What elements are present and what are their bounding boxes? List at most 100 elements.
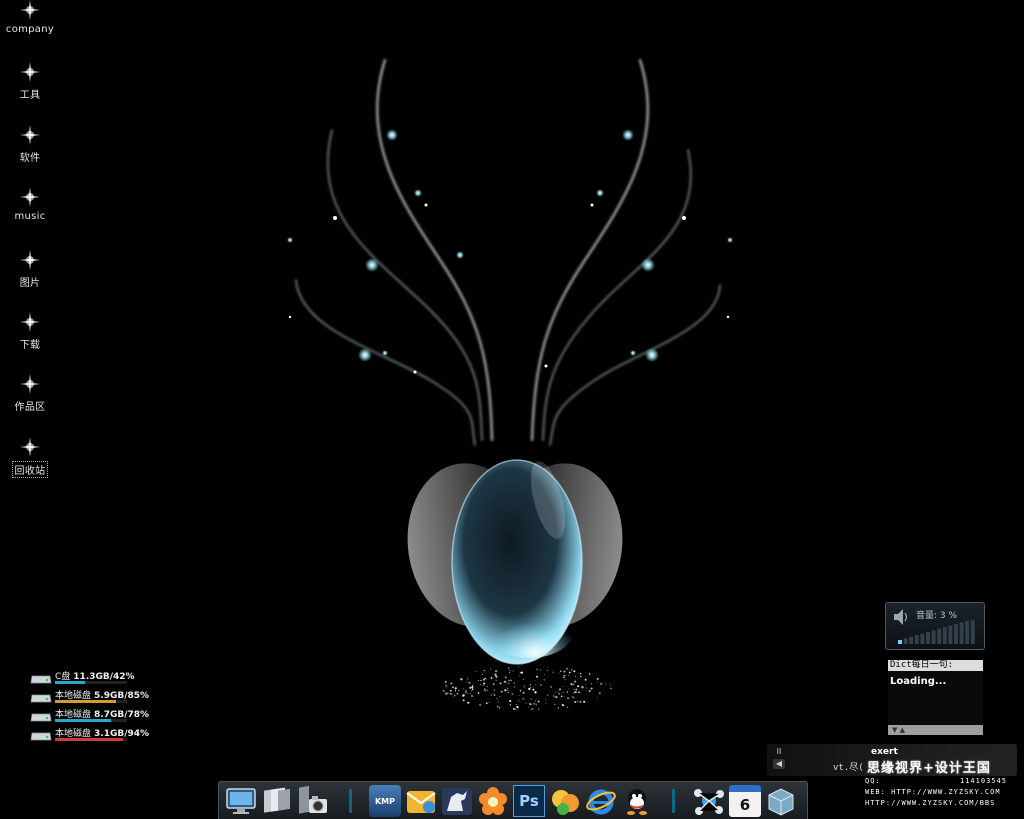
sparkle-dot [552,695,555,697]
watermark-title: 思缘视界+设计王国 [867,761,991,776]
desktop-icon-3[interactable]: music [0,186,60,222]
sparkle-dot [572,683,575,686]
sparkle-dot [538,708,540,710]
drive-row[interactable]: 本地磁盘 8.7GB/78% [30,707,160,726]
sparkle-dot [532,688,535,691]
system-icon[interactable] [765,785,797,817]
sparkle-dot [452,696,454,698]
sparkle-dot [529,703,532,706]
sparkle-dot [471,688,474,690]
volume-bar [937,628,942,644]
sparkle-dot [565,667,569,670]
desktop-icon-6[interactable]: 作品区 [0,373,60,413]
dock-taskbar: KMP Ps 6 [218,781,808,819]
watermark-qq-number: 114103545 [960,777,1007,785]
desktop-icon-2[interactable]: 软件 [0,124,60,164]
sparkle-dot [518,695,520,696]
desktop-icon-label: 图片 [19,277,41,289]
sparkle-dot [506,689,508,691]
folders-icon[interactable] [261,785,293,817]
sparkle-dot [488,701,490,703]
sparkle-dot [522,685,524,687]
calendar-icon[interactable]: 6 [729,785,761,817]
sparkle-dot [522,678,524,680]
desktop-icon-label: 作品区 [14,402,46,414]
sparkle-dot [539,669,541,671]
network-icon[interactable] [693,785,725,817]
sparkle-dot [573,692,575,694]
ie-icon[interactable] [585,785,617,817]
camera-icon[interactable] [297,785,329,817]
sparkle-dot [563,676,565,679]
sparkle-dot [573,688,575,691]
sparkle-dot [575,687,578,690]
sparkle-dot [464,689,467,692]
sparkle-dot [511,693,514,695]
volume-level-bars[interactable] [898,620,978,646]
desktop-icon-7[interactable]: 回收站 [0,436,60,478]
sparkle-dot [454,694,456,697]
volume-bar [903,638,908,644]
dict-scroll-buttons[interactable]: ▼ ▲ [888,725,983,735]
sparkle-dot [508,672,510,673]
sparkle-dot [483,682,486,685]
sparkle-dot [484,689,487,692]
sparkle-dot [466,681,468,683]
sparkle-dot [561,704,564,706]
drive-row[interactable]: 本地磁盘 5.9GB/85% [30,688,160,707]
sparkle-dot [514,708,517,711]
sparkle-dot [530,698,532,700]
sparkle-dot [479,703,482,706]
volume-bar [920,633,925,644]
sparkle-dot [467,693,469,695]
sparkle-dot [452,686,454,689]
sparkle-icon [20,124,40,145]
sparkle-dot [529,687,532,689]
sparkle-dot [506,687,509,689]
desktop-icon-5[interactable]: 下载 [0,311,60,351]
drive-row[interactable]: C盘 11.3GB/42% [30,669,160,688]
msn-icon[interactable] [549,785,581,817]
sparkle-icon [20,312,40,332]
kmplayer-icon[interactable]: KMP [369,785,401,817]
desktop-icon-1[interactable]: 工具 [0,61,60,101]
sparkle-dot [481,673,483,676]
sparkle-dot [472,685,474,686]
sparkle-dot [507,691,510,694]
sparkle-dot [573,670,576,673]
outlook-icon[interactable] [405,785,437,817]
speaker-icon[interactable]: ◀ [773,759,785,769]
desktop-icon-0[interactable]: company [0,0,60,35]
photoshop-icon[interactable]: Ps [513,785,545,817]
sparkle-dot [504,676,507,679]
horse-app-icon[interactable] [441,785,473,817]
sparkle-dot [534,691,536,693]
sparkle-dot [490,668,492,670]
drive-row[interactable]: 本地磁盘 3.1GB/94% [30,726,160,745]
volume-bar [942,627,947,644]
qq-icon[interactable] [621,785,653,817]
drive-usage-widget: C盘 11.3GB/42% 本地磁盘 5.9GB/85% 本地磁盘 8.7GB/78% 本地… [30,669,160,745]
sparkle-dot [482,670,484,672]
pause-icon[interactable]: II [773,747,785,757]
sparkle-dot [577,685,580,688]
sparkle-dot [596,677,599,680]
sparkle-dot [559,688,561,691]
sparkle-dot [467,701,470,704]
volume-bar [914,635,919,644]
flower-app-icon[interactable] [477,785,509,817]
sparkle-dot [605,683,607,685]
sparkle-dot [450,682,452,685]
sparkle-icon [20,374,40,395]
sparkle-dot [454,687,457,690]
sparkle-dot [498,706,501,709]
sparkle-dot [600,682,603,685]
monitor-icon[interactable] [225,785,257,817]
watermark-web: WEB: HTTP://WWW.ZYZSKY.COM [865,788,1001,796]
volume-widget[interactable]: 音量: 3 % [885,602,985,650]
drive-usage-bar [55,719,127,722]
desktop-icon-label: company [5,24,55,35]
desktop-icon-4[interactable]: 图片 [0,249,60,289]
volume-bar [948,625,953,644]
photoshop-label: Ps [519,792,539,810]
